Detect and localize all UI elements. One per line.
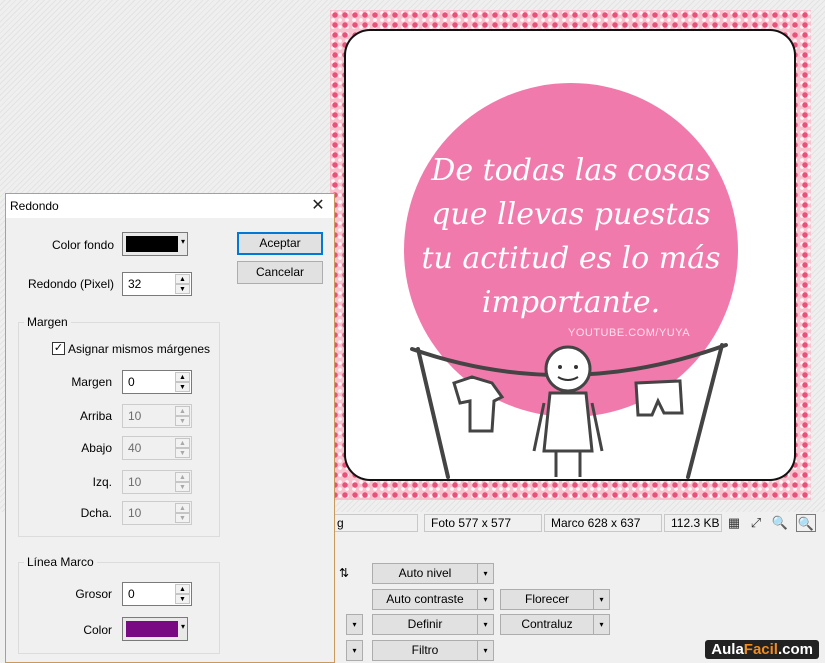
color-fondo-picker[interactable]: ▾ [122, 232, 188, 256]
spin-down-icon: ▼ [175, 513, 190, 523]
abajo-value: 40 [128, 441, 142, 455]
margen-label: Margen [71, 375, 112, 389]
filtro-button[interactable]: Filtro [372, 640, 478, 661]
fit-window-icon[interactable]: ⤢ [746, 514, 766, 532]
same-margins-checkbox[interactable]: ✓ [52, 342, 65, 355]
tool-dropdown-left-1[interactable]: ▾ [346, 614, 363, 635]
dcha-value: 10 [128, 506, 142, 520]
contraluz-button[interactable]: Contraluz [500, 614, 594, 635]
status-frame-size: Marco 628 x 637 [544, 514, 662, 532]
auto-nivel-button[interactable]: Auto nivel [372, 563, 478, 584]
color-label: Color [83, 623, 112, 637]
arriba-label: Arriba [79, 409, 112, 423]
cancelar-button[interactable]: Cancelar [237, 261, 323, 284]
margen-value: 0 [128, 375, 135, 389]
line-color-picker[interactable]: ▾ [122, 617, 188, 641]
abajo-stepper: 40 ▲ ▼ [122, 436, 192, 460]
status-photo-size: Foto 577 x 577 [424, 514, 542, 532]
photo-canvas: De todas las cosas que llevas puestas tu… [346, 31, 794, 479]
spin-up-icon: ▲ [175, 503, 190, 513]
izq-value: 10 [128, 475, 142, 489]
izq-label: Izq. [92, 475, 112, 489]
florecer-dropdown[interactable]: ▾ [593, 589, 610, 610]
redondo-pixel-stepper[interactable]: 32 ▲ ▼ [122, 272, 192, 296]
izq-stepper: 10 ▲ ▼ [122, 470, 192, 494]
chevron-down-icon: ▾ [180, 237, 185, 246]
line-color-swatch [126, 621, 178, 637]
arriba-stepper: 10 ▲ ▼ [122, 404, 192, 428]
transparency-checker-icon[interactable]: ▦ [724, 514, 744, 532]
status-bar: g Foto 577 x 577 Marco 628 x 637 112.3 K… [330, 512, 825, 534]
tool-dropdown-left-2[interactable]: ▾ [346, 640, 363, 661]
aulafacil-watermark: AulaFacil.com [705, 640, 819, 659]
arriba-value: 10 [128, 409, 142, 423]
redondo-pixel-label: Redondo (Pixel) [27, 277, 114, 291]
auto-contraste-dropdown[interactable]: ▾ [477, 589, 494, 610]
spin-up-icon[interactable]: ▲ [175, 584, 190, 594]
spin-up-icon[interactable]: ▲ [175, 274, 190, 284]
aceptar-button[interactable]: Aceptar [237, 232, 323, 255]
spin-down-icon: ▼ [175, 482, 190, 492]
spin-down-icon[interactable]: ▼ [175, 284, 190, 294]
watermark-part2: Facil [743, 641, 778, 658]
filtro-dropdown[interactable]: ▾ [477, 640, 494, 661]
linea-marco-group-title: Línea Marco [24, 555, 97, 569]
spin-down-icon: ▼ [175, 448, 190, 458]
color-fondo-label: Color fondo [51, 238, 114, 252]
same-margins-label: Asignar mismos márgenes [68, 342, 211, 356]
auto-nivel-dropdown[interactable]: ▾ [477, 563, 494, 584]
watermark-part1: Aula [711, 641, 744, 658]
flip-vertical-icon[interactable]: ⇅ [334, 564, 354, 585]
dcha-stepper: 10 ▲ ▼ [122, 501, 192, 525]
margen-group-title: Margen [24, 315, 71, 329]
chevron-down-icon: ▾ [180, 622, 185, 631]
spin-down-icon: ▼ [175, 416, 190, 426]
spin-down-icon[interactable]: ▼ [175, 594, 190, 604]
dialog-title-bar: Redondo ✕ [6, 194, 334, 218]
status-file-size: 112.3 KB [664, 514, 722, 532]
spin-down-icon[interactable]: ▼ [175, 382, 190, 392]
watermark-part3: .com [777, 641, 813, 658]
redondo-pixel-value: 32 [128, 277, 142, 291]
redondo-dialog: Redondo ✕ Color fondo ▾ Redondo (Pixel) … [5, 193, 335, 663]
spin-up-icon: ▲ [175, 472, 190, 482]
dcha-label: Dcha. [80, 506, 112, 520]
margen-stepper[interactable]: 0 ▲ ▼ [122, 370, 192, 394]
grosor-value: 0 [128, 587, 135, 601]
florecer-button[interactable]: Florecer [500, 589, 594, 610]
dialog-title: Redondo [10, 199, 59, 213]
clothesline-illustration [410, 343, 728, 479]
linea-marco-group [18, 562, 220, 654]
contraluz-dropdown[interactable]: ▾ [593, 614, 610, 635]
definir-dropdown[interactable]: ▾ [477, 614, 494, 635]
zoom-in-icon[interactable]: 🔍 [770, 514, 790, 532]
grosor-label: Grosor [75, 587, 112, 601]
status-filename: g [330, 514, 418, 532]
spin-up-icon[interactable]: ▲ [175, 372, 190, 382]
spin-up-icon: ▲ [175, 438, 190, 448]
abajo-label: Abajo [81, 441, 112, 455]
zoom-actual-icon[interactable]: 🔍 [796, 514, 816, 532]
auto-contraste-button[interactable]: Auto contraste [372, 589, 478, 610]
spin-up-icon: ▲ [175, 406, 190, 416]
color-fondo-swatch [126, 236, 178, 252]
grosor-stepper[interactable]: 0 ▲ ▼ [122, 582, 192, 606]
close-icon[interactable]: ✕ [308, 196, 328, 216]
definir-button[interactable]: Definir [372, 614, 478, 635]
adjustment-toolbar: ⇅ ▾ ▾ Auto nivel ▾ Auto contraste ▾ Defi… [330, 534, 825, 661]
